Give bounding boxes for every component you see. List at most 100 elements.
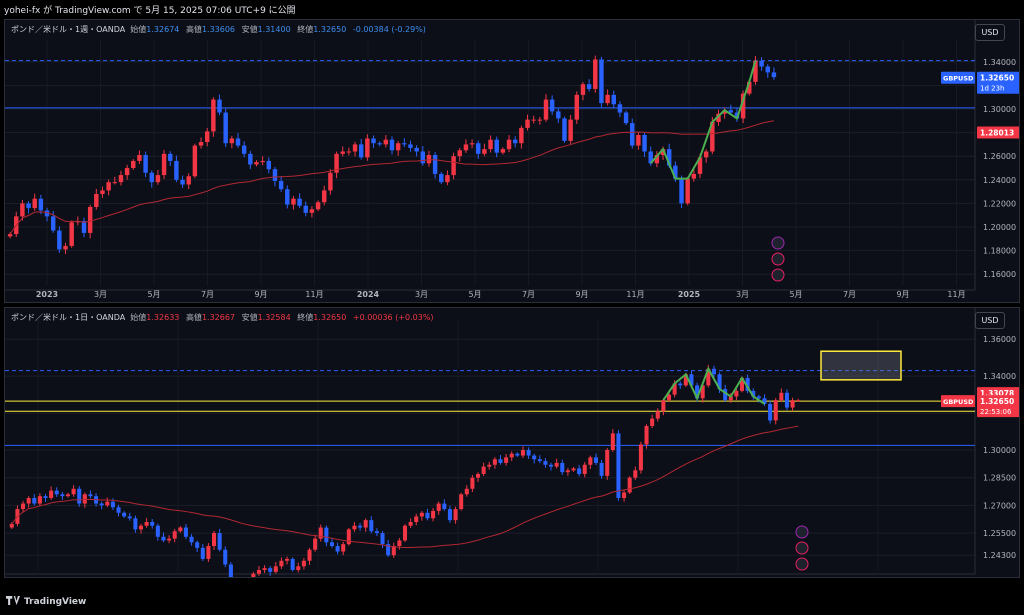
candle-body — [599, 462, 604, 476]
candle-body — [593, 59, 598, 89]
candle-body — [565, 470, 570, 473]
candle-body — [519, 127, 524, 144]
candle-body — [358, 525, 363, 528]
candle-body — [779, 392, 784, 401]
candle-body — [459, 494, 464, 510]
candle-body — [636, 134, 641, 146]
candle-body — [482, 149, 487, 154]
candle-body — [223, 112, 228, 144]
candle-body — [335, 546, 340, 552]
low-label: 安値 — [241, 25, 258, 34]
candle-body — [408, 522, 413, 526]
candle-body — [425, 512, 430, 519]
candle-body — [633, 470, 638, 478]
x-axis-tick-label: 2025 — [167, 577, 190, 578]
candle-body — [509, 453, 514, 458]
daily-candlestick-chart[interactable]: 1.360001.340001.320001.300001.285001.270… — [5, 308, 1020, 578]
candle-body — [186, 176, 191, 185]
price-tag-value: 1.28013 — [980, 128, 1014, 137]
candle-body — [155, 525, 160, 537]
low-value: 1.31400 — [257, 25, 291, 34]
close-label: 終値 — [297, 313, 314, 322]
candle-body — [365, 138, 370, 158]
candle-body — [622, 492, 627, 498]
candle-body — [195, 542, 200, 548]
candle-body — [617, 104, 623, 113]
x-axis-tick-label: 9月 — [575, 290, 588, 299]
y-axis-tick-label: 1.24000 — [983, 176, 1016, 185]
candle-body — [49, 490, 54, 498]
candle-body — [431, 510, 436, 519]
candle-body — [340, 151, 345, 154]
candle-body — [642, 134, 647, 152]
candle-body — [703, 151, 709, 158]
open-label: 始値 — [130, 25, 147, 34]
candle-body — [768, 403, 773, 421]
candle-body — [506, 139, 512, 150]
currency-button[interactable]: USD — [975, 312, 1005, 329]
candle-body — [248, 153, 253, 165]
target-zone-box[interactable] — [820, 350, 902, 381]
x-axis-tick-label: 3月 — [451, 577, 464, 578]
y-axis-tick-label: 1.34000 — [983, 58, 1016, 67]
candle-body — [341, 544, 346, 552]
candle-body — [206, 546, 211, 559]
candle-body — [580, 84, 586, 95]
candle-body — [198, 142, 204, 146]
candle-body — [307, 549, 312, 561]
uk-flag-event-icon — [795, 541, 809, 555]
daily-chart-legend: ポンド／米ドル・1日・OANDA 始値1.32633 高値1.32667 安値1… — [11, 312, 438, 323]
candle-body — [451, 156, 456, 176]
close-label: 終値 — [297, 25, 314, 34]
candle-body — [43, 496, 48, 498]
candle-body — [498, 459, 503, 463]
candle-body — [464, 488, 469, 495]
candle-body — [369, 520, 374, 532]
currency-button[interactable]: USD — [975, 24, 1005, 41]
candle-body — [627, 477, 632, 493]
candle-body — [110, 501, 115, 508]
daily-chart-pane[interactable]: ポンド／米ドル・1日・OANDA 始値1.32633 高値1.32667 安値1… — [4, 307, 1020, 578]
candle-body — [260, 160, 265, 163]
change-value: -0.00384 (-0.29%) — [352, 25, 426, 34]
candle-body — [402, 525, 408, 541]
x-axis-tick-label: 9月 — [254, 290, 267, 299]
candle-body — [487, 464, 492, 467]
candle-body — [599, 59, 604, 104]
candle-body — [285, 558, 290, 561]
y-axis-tick-label: 1.30000 — [983, 446, 1016, 455]
candle-body — [100, 190, 105, 194]
x-axis-tick-label: 5月 — [468, 290, 481, 299]
candle-body — [571, 468, 576, 471]
y-axis-tick-label: 1.28500 — [983, 474, 1016, 483]
candle-body — [377, 143, 382, 145]
candle-body — [26, 203, 31, 209]
y-axis-tick-label: 1.22000 — [983, 199, 1016, 208]
candle-body — [389, 139, 395, 151]
candle-body — [543, 99, 549, 120]
y-axis-tick-label: 1.25500 — [983, 529, 1016, 538]
candle-body — [204, 131, 210, 143]
candle-body — [303, 205, 308, 213]
candle-body — [178, 527, 183, 532]
candle-body — [37, 496, 42, 504]
candle-body — [223, 549, 228, 565]
candle-body — [773, 400, 778, 421]
x-axis-tick-label: 3月 — [736, 290, 749, 299]
weekly-chart-pane[interactable]: ポンド／米ドル・1週・OANDA 始値1.32674 高値1.33606 安値1… — [4, 19, 1020, 303]
candle-body — [481, 466, 486, 474]
candle-body — [192, 145, 198, 177]
tradingview-logo[interactable]: TradingView — [6, 596, 86, 607]
candle-body — [419, 512, 424, 517]
weekly-candlestick-chart[interactable]: 1.340001.320001.300001.280001.260001.240… — [5, 20, 1020, 303]
candle-body — [436, 503, 441, 511]
candle-body — [562, 118, 567, 141]
candle-body — [228, 564, 233, 577]
candle-body — [328, 172, 333, 191]
candle-body — [346, 529, 351, 545]
candle-body — [7, 234, 13, 237]
y-axis-tick-label: 1.18000 — [983, 247, 1016, 256]
candle-body — [560, 462, 565, 473]
candle-body — [453, 509, 458, 521]
candle-body — [439, 173, 444, 183]
